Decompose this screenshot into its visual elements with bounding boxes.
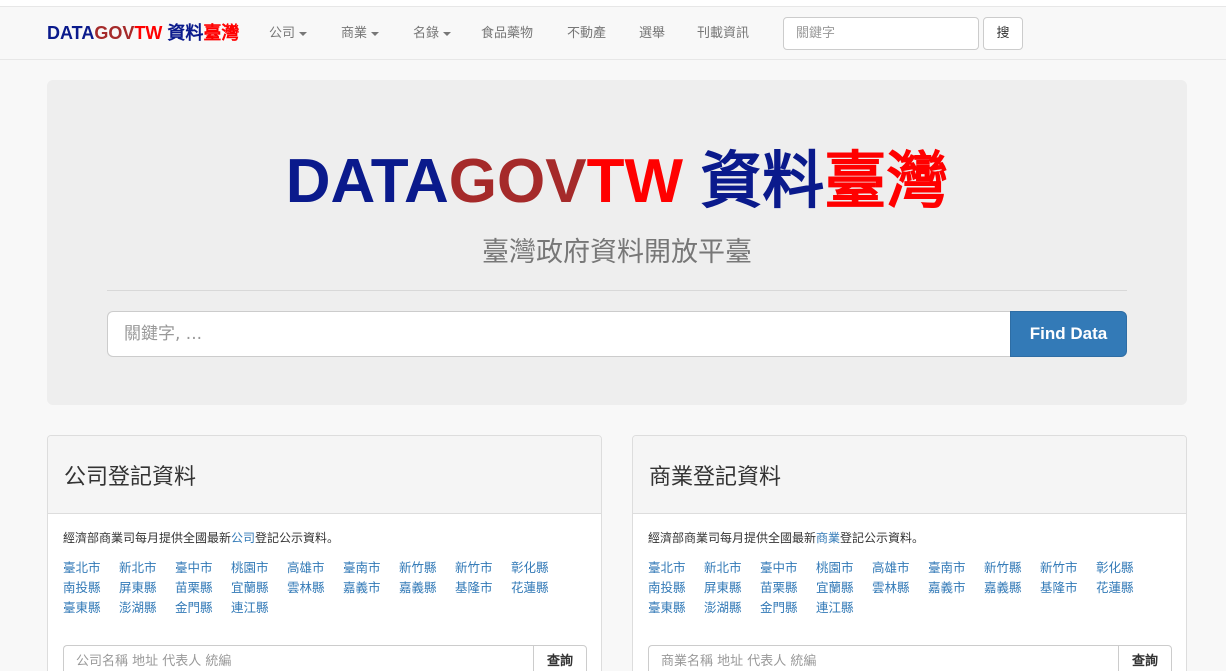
city-link[interactable]: 新竹市	[455, 558, 511, 578]
caret-down-icon	[299, 31, 308, 36]
brand-part-data: DATA	[47, 23, 95, 43]
hero-title-tw: TW	[586, 147, 683, 216]
company-city-list: 臺北市 新北市 臺中市 桃園市 高雄市 臺南市 新竹縣 新竹市 彰化縣南投縣 屏東縣 苗栗縣 宜蘭縣雲…	[63, 558, 583, 618]
city-link[interactable]: 苗栗縣	[175, 578, 231, 598]
city-link[interactable]: 花蓮縣	[1096, 578, 1152, 598]
city-link[interactable]: 南投縣	[648, 578, 704, 598]
hero-title-ziliao: 資料	[682, 147, 825, 216]
find-data-button[interactable]: Find Data	[1010, 311, 1127, 357]
divider	[107, 290, 1127, 291]
nav-item-company[interactable]: 公司	[269, 25, 308, 43]
company-panel-desc: 經濟部商業司每月提供全國最新公司登記公示資料。	[63, 530, 586, 546]
city-link[interactable]: 宜蘭縣	[231, 578, 287, 598]
hero-title-gov: GOV	[448, 147, 587, 216]
city-link[interactable]: 臺北市	[63, 558, 119, 578]
city-link[interactable]: 嘉義市	[343, 578, 399, 598]
top-strip	[0, 0, 1226, 7]
brand-part-gov: GOV	[94, 23, 135, 43]
city-link[interactable]: 連江縣	[231, 598, 287, 618]
city-link[interactable]: 臺北市	[648, 558, 704, 578]
nav-item-real-estate[interactable]: 不動產	[567, 25, 606, 43]
brand-part-ziliao: 資料	[162, 23, 204, 43]
city-link[interactable]: 基隆市	[1040, 578, 1096, 598]
nav-item-company-label: 公司	[269, 26, 296, 41]
business-city-list: 臺北市 新北市 臺中市 桃園市 高雄市 臺南市 新竹縣 新竹市 彰化縣南投縣 屏東縣 苗栗縣 宜蘭縣雲…	[648, 558, 1168, 618]
hero-jumbotron: DATAGOVTW 資料臺灣 臺灣政府資料開放平臺 關鍵字, ... Find …	[47, 80, 1187, 405]
city-link[interactable]: 新北市	[119, 558, 175, 578]
business-panel: 商業登記資料 經濟部商業司每月提供全國最新商業登記公示資料。 臺北市 新北市 臺中市…	[632, 435, 1187, 671]
business-panel-title: 商業登記資料	[633, 436, 1186, 514]
city-link[interactable]: 屏東縣	[119, 578, 175, 598]
city-link[interactable]: 臺東縣	[63, 598, 119, 618]
hero-title-data: DATA	[285, 147, 449, 216]
city-link[interactable]: 花蓮縣	[511, 578, 567, 598]
nav-item-directory-label: 名錄	[413, 26, 440, 41]
company-search-button[interactable]: 查詢	[533, 645, 587, 671]
city-link[interactable]: 臺中市	[175, 558, 231, 578]
city-link[interactable]: 雲林縣	[287, 578, 343, 598]
company-panel-title: 公司登記資料	[48, 436, 601, 514]
caret-down-icon	[371, 31, 380, 36]
nav-item-business[interactable]: 商業	[341, 25, 380, 43]
brand-logo[interactable]: DATAGOVTW 資料臺灣	[47, 21, 239, 45]
navbar: DATAGOVTW 資料臺灣 公司 商業 名錄 食品藥物 不動產 選舉 刊載資訊…	[0, 7, 1226, 60]
business-desc-link[interactable]: 商業	[816, 531, 840, 545]
nav-item-election[interactable]: 選舉	[639, 25, 665, 43]
company-desc-link[interactable]: 公司	[231, 531, 255, 545]
company-desc-prefix: 經濟部商業司每月提供全國最新	[63, 531, 232, 545]
brand-part-tw: TW	[134, 23, 163, 43]
city-link[interactable]: 雲林縣	[872, 578, 928, 598]
city-link[interactable]: 臺南市	[928, 558, 984, 578]
nav-search-button[interactable]: 搜	[983, 17, 1023, 50]
city-link[interactable]: 臺南市	[343, 558, 399, 578]
nav-item-business-label: 商業	[341, 26, 368, 41]
city-link[interactable]: 澎湖縣	[119, 598, 175, 618]
hero-title-taiwan: 臺灣	[824, 147, 949, 216]
city-link[interactable]: 屏東縣	[704, 578, 760, 598]
city-link[interactable]: 連江縣	[816, 598, 872, 618]
hero-subtitle: 臺灣政府資料開放平臺	[482, 237, 752, 268]
hero-title: DATAGOVTW 資料臺灣	[47, 146, 1187, 218]
city-link[interactable]: 臺東縣	[648, 598, 704, 618]
nav-search-input[interactable]: 關鍵字	[783, 17, 979, 50]
caret-down-icon	[443, 31, 452, 36]
nav-item-food-drug[interactable]: 食品藥物	[481, 25, 533, 43]
city-link[interactable]: 澎湖縣	[704, 598, 760, 618]
city-link[interactable]: 宜蘭縣	[816, 578, 872, 598]
city-link[interactable]: 彰化縣	[511, 558, 567, 578]
city-link[interactable]: 高雄市	[872, 558, 928, 578]
city-link[interactable]: 新竹縣	[399, 558, 455, 578]
city-link[interactable]: 嘉義縣	[399, 578, 455, 598]
city-link[interactable]: 嘉義市	[928, 578, 984, 598]
city-link[interactable]: 苗栗縣	[760, 578, 816, 598]
city-link[interactable]: 基隆市	[455, 578, 511, 598]
city-link[interactable]: 金門縣	[760, 598, 816, 618]
city-link[interactable]: 彰化縣	[1096, 558, 1152, 578]
nav-item-publications[interactable]: 刊載資訊	[697, 25, 749, 43]
business-desc-prefix: 經濟部商業司每月提供全國最新	[648, 531, 817, 545]
city-link[interactable]: 高雄市	[287, 558, 343, 578]
hero-search-input[interactable]: 關鍵字, ...	[107, 311, 1011, 357]
city-link[interactable]: 嘉義縣	[984, 578, 1040, 598]
city-link[interactable]: 新竹市	[1040, 558, 1096, 578]
business-search-input[interactable]: 商業名稱 地址 代表人 統編	[648, 645, 1118, 671]
business-search-button[interactable]: 查詢	[1118, 645, 1172, 671]
city-link[interactable]: 新竹縣	[984, 558, 1040, 578]
city-link[interactable]: 桃園市	[231, 558, 287, 578]
company-panel: 公司登記資料 經濟部商業司每月提供全國最新公司登記公示資料。 臺北市 新北市 臺中市…	[47, 435, 602, 671]
city-link[interactable]: 臺中市	[760, 558, 816, 578]
nav-item-directory[interactable]: 名錄	[413, 25, 452, 43]
city-link[interactable]: 金門縣	[175, 598, 231, 618]
business-panel-desc: 經濟部商業司每月提供全國最新商業登記公示資料。	[648, 530, 1171, 546]
business-desc-suffix: 登記公示資料。	[840, 531, 925, 545]
business-panel-body: 經濟部商業司每月提供全國最新商業登記公示資料。 臺北市 新北市 臺中市 桃園市 高雄市臺…	[633, 530, 1186, 671]
company-panel-body: 經濟部商業司每月提供全國最新公司登記公示資料。 臺北市 新北市 臺中市 桃園市 高雄市臺…	[48, 530, 601, 671]
city-link[interactable]: 桃園市	[816, 558, 872, 578]
brand-part-taiwan: 臺灣	[203, 23, 240, 43]
company-desc-suffix: 登記公示資料。	[255, 531, 340, 545]
city-link[interactable]: 新北市	[704, 558, 760, 578]
city-link[interactable]: 南投縣	[63, 578, 119, 598]
company-search-input[interactable]: 公司名稱 地址 代表人 統編	[63, 645, 533, 671]
